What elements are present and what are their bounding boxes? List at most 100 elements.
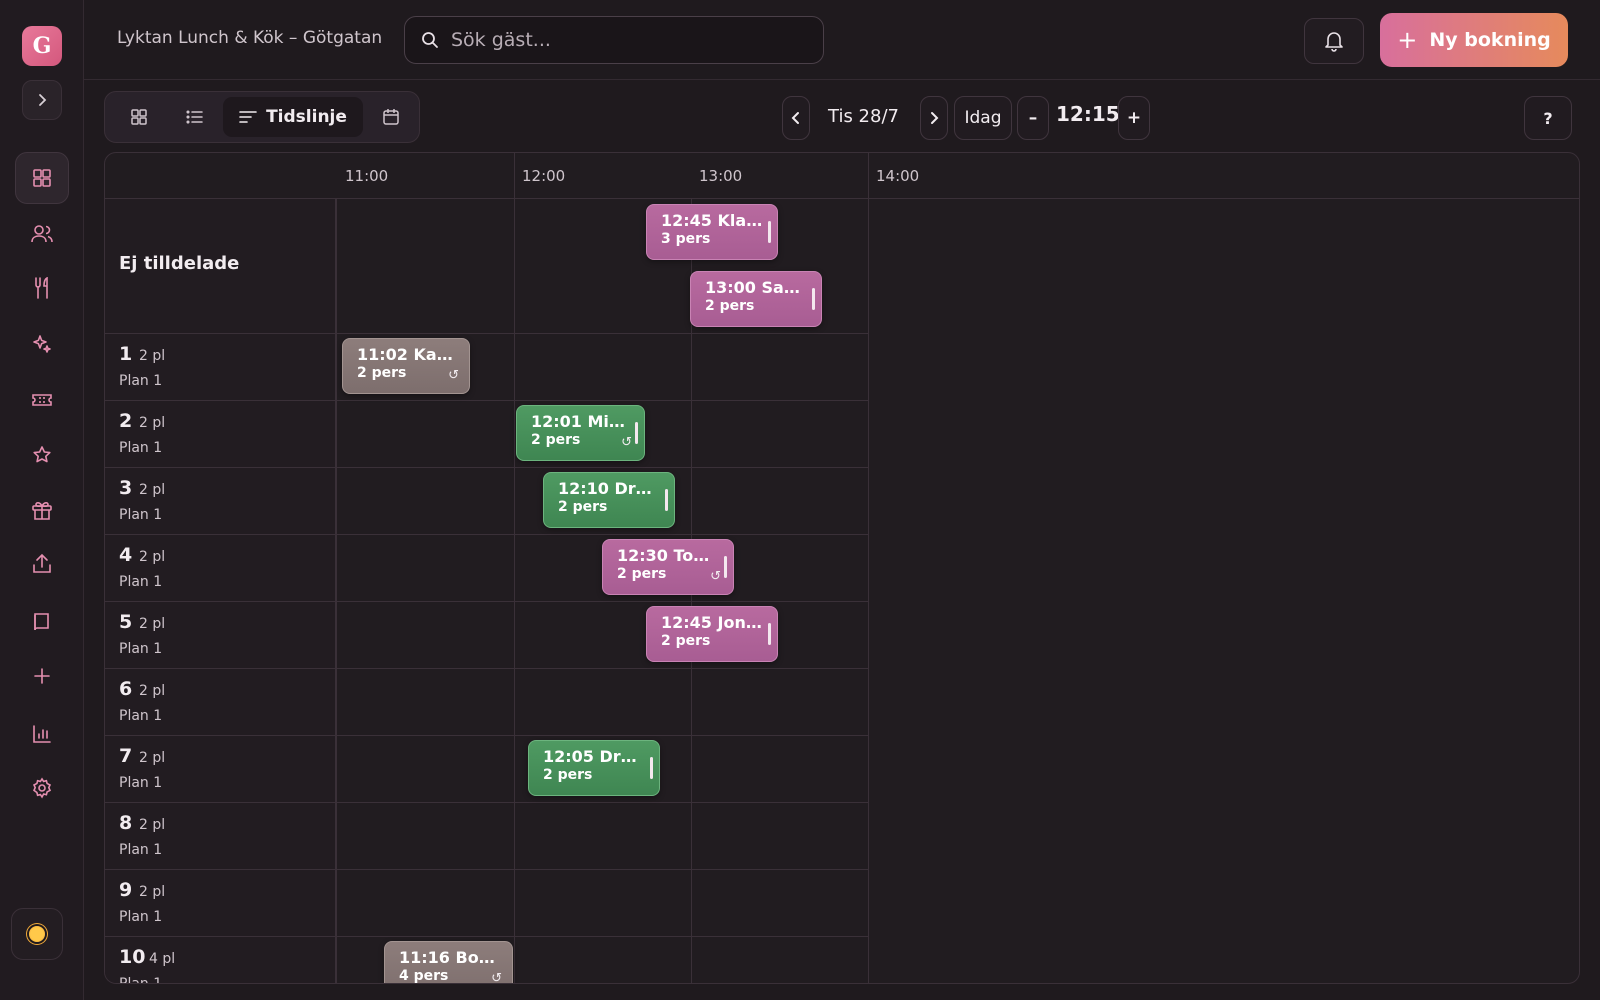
sidebar-item-reviews[interactable] (15, 429, 69, 481)
view-calendar-button[interactable] (365, 97, 417, 137)
time-decrement-button[interactable]: – (1017, 96, 1049, 140)
resize-handle[interactable] (650, 757, 653, 779)
view-timeline-label: Tidslinje (266, 107, 347, 127)
row-table[interactable]: 4 2 pl Plan 1 (105, 534, 337, 601)
view-grid-button[interactable] (113, 97, 165, 137)
sidebar-item-export[interactable] (15, 538, 69, 590)
unassigned-label: Ej tilldelade (119, 253, 240, 274)
sidebar-item-gift-cards[interactable] (15, 484, 69, 536)
table-capacity: 2 pl (139, 616, 166, 632)
sidebar-item-dashboard[interactable] (15, 152, 69, 204)
booking-card[interactable]: 11:16 Bo ... 4 pers ↺ (384, 941, 513, 984)
view-timeline-button[interactable]: Tidslinje (223, 97, 363, 137)
resize-handle[interactable] (768, 221, 771, 243)
row-table[interactable]: 1 2 pl Plan 1 (105, 333, 337, 400)
row-table[interactable]: 8 2 pl Plan 1 (105, 802, 337, 869)
row-table[interactable]: 6 2 pl Plan 1 (105, 668, 337, 735)
sidebar-item-guide[interactable] (15, 596, 69, 648)
table-capacity: 2 pl (139, 683, 166, 699)
row-divider (105, 668, 869, 669)
plus-icon: + (1397, 26, 1418, 54)
booking-card[interactable]: 12:10 Drop... 2 pers (543, 472, 675, 528)
recurring-icon: ↺ (448, 368, 459, 383)
booking-guests: 2 pers (558, 499, 608, 515)
booking-card[interactable]: 12:05 Drop... 2 pers (528, 740, 660, 796)
venue-name: Lyktan Lunch & Kök – Götgatan (117, 28, 383, 48)
booking-guests: 3 pers (661, 231, 711, 247)
search-icon (422, 32, 438, 48)
list-icon (186, 110, 203, 124)
row-divider (105, 400, 869, 401)
row-table[interactable]: 10 4 pl Plan 1 (105, 936, 337, 983)
next-day-button[interactable] (920, 96, 948, 140)
sidebar-item-menu[interactable] (15, 262, 69, 314)
row-table[interactable]: 3 2 pl Plan 1 (105, 467, 337, 534)
gear-icon (32, 777, 52, 799)
resize-handle[interactable] (665, 489, 668, 511)
booking-card[interactable]: 12:45 Jon... 2 pers (646, 606, 778, 662)
booking-guests: 2 pers (543, 767, 593, 783)
sidebar-item-tickets[interactable] (15, 374, 69, 426)
top-header: Lyktan Lunch & Kök – Götgatan + Ny bokni… (84, 0, 1600, 80)
sparkles-icon (33, 335, 51, 353)
booking-card[interactable]: 11:02 Kari... 2 pers ↺ (342, 338, 470, 394)
booking-card[interactable]: 12:30 Tove... 2 pers ↺ (602, 539, 734, 595)
current-time: 12:15 (1056, 102, 1120, 126)
grid-icon (33, 169, 51, 187)
resize-handle[interactable] (724, 556, 727, 578)
row-table[interactable]: 2 2 pl Plan 1 (105, 400, 337, 467)
resize-handle[interactable] (768, 623, 771, 645)
booking-title: 12:45 Jon... (661, 613, 763, 632)
view-list-button[interactable] (169, 97, 221, 137)
sidebar-expand-button[interactable] (22, 80, 62, 120)
sun-icon (29, 926, 45, 942)
booking-title: 12:01 Mia ... (531, 412, 630, 431)
row-divider (105, 802, 869, 803)
resize-handle[interactable] (812, 288, 815, 310)
table-plan: Plan 1 (119, 909, 163, 925)
booking-card[interactable]: 12:01 Mia ... 2 pers ↺ (516, 405, 645, 461)
new-booking-button[interactable]: + Ny bokning (1380, 13, 1568, 67)
table-plan: Plan 1 (119, 574, 163, 590)
hour-gridline (868, 153, 869, 983)
previous-day-button[interactable] (782, 96, 810, 140)
sidebar-item-settings[interactable] (15, 762, 69, 814)
table-capacity: 2 pl (139, 348, 166, 364)
resize-handle[interactable] (635, 422, 638, 444)
grid-icon (131, 109, 147, 125)
booking-guests: 2 pers (617, 566, 667, 582)
row-table[interactable]: 9 2 pl Plan 1 (105, 869, 337, 936)
booking-title: 12:05 Drop... (543, 747, 645, 766)
table-number: 9 (119, 879, 133, 901)
help-button[interactable]: ? (1524, 96, 1572, 140)
chevron-left-icon (791, 112, 799, 124)
today-button[interactable]: Idag (954, 96, 1012, 140)
booking-card[interactable]: 13:00 Sam... 2 pers (690, 271, 822, 327)
row-divider (105, 601, 869, 602)
row-divider (105, 735, 869, 736)
notifications-button[interactable] (1304, 18, 1364, 64)
row-divider (105, 936, 869, 937)
timeline-grid: 11:00 12:00 13:00 14:00 Ej tilldelade 1 … (104, 152, 1580, 984)
sidebar-item-guests[interactable] (15, 208, 69, 260)
row-table[interactable]: 7 2 pl Plan 1 (105, 735, 337, 802)
plus-icon (34, 668, 50, 684)
chevron-right-icon (931, 112, 939, 124)
search-input[interactable] (451, 29, 791, 51)
current-date[interactable]: Tis 28/7 (828, 106, 899, 127)
sidebar-item-statistics[interactable] (15, 708, 69, 760)
booking-card[interactable]: 12:45 Klar... 3 pers (646, 204, 778, 260)
theme-toggle-button[interactable] (11, 908, 63, 960)
table-number: 8 (119, 812, 133, 834)
utensils-icon (35, 277, 48, 299)
recurring-icon: ↺ (491, 971, 502, 984)
hour-label: 13:00 (699, 167, 743, 185)
app-logo[interactable]: G (22, 26, 62, 66)
row-divider (105, 869, 869, 870)
row-table[interactable]: 5 2 pl Plan 1 (105, 601, 337, 668)
sidebar-item-ai[interactable] (15, 317, 69, 369)
time-increment-button[interactable]: + (1118, 96, 1150, 140)
search-box[interactable] (404, 16, 824, 64)
booking-guests: 2 pers (531, 432, 581, 448)
sidebar-item-add[interactable] (15, 650, 69, 702)
